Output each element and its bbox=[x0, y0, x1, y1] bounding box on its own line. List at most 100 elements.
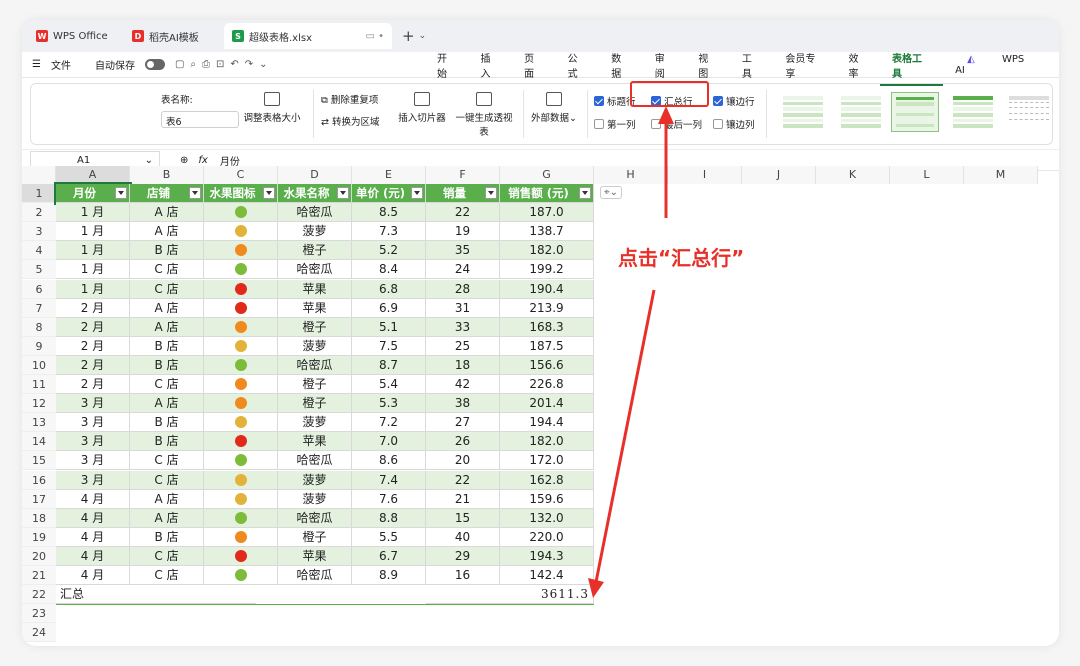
row-header[interactable]: 7 bbox=[22, 298, 56, 318]
filter-dropdown-icon[interactable] bbox=[263, 187, 275, 199]
table-cell[interactable]: 25 bbox=[426, 336, 500, 356]
table-cell[interactable]: 187.0 bbox=[500, 203, 594, 223]
table-cell[interactable]: 3 月 bbox=[56, 470, 130, 490]
last-column-checkbox[interactable]: 最后一列 bbox=[651, 117, 702, 131]
table-cell[interactable]: 哈密瓜 bbox=[278, 260, 352, 280]
table-cell[interactable]: 4 月 bbox=[56, 508, 130, 528]
row-header[interactable]: 11 bbox=[22, 375, 56, 395]
table-cell[interactable]: 1 月 bbox=[56, 203, 130, 223]
column-header[interactable]: B bbox=[130, 166, 204, 184]
table-cell[interactable] bbox=[204, 413, 278, 433]
table-cell[interactable]: 2 月 bbox=[56, 375, 130, 395]
column-header[interactable]: I bbox=[668, 166, 742, 184]
table-cell[interactable]: A 店 bbox=[130, 298, 204, 318]
row-header[interactable]: 15 bbox=[22, 451, 56, 471]
table-cell[interactable]: 24 bbox=[426, 260, 500, 280]
table-cell[interactable]: 2 月 bbox=[56, 336, 130, 356]
table-cell[interactable]: 201.4 bbox=[500, 394, 594, 414]
table-cell[interactable]: 168.3 bbox=[500, 317, 594, 337]
table-cell[interactable]: 4 月 bbox=[56, 546, 130, 566]
row-header[interactable]: 4 bbox=[22, 241, 56, 261]
menu-wps-ai[interactable]: ◭ WPS AI bbox=[943, 54, 1059, 76]
table-cell[interactable]: 橙子 bbox=[278, 394, 352, 414]
table-cell[interactable]: 7.4 bbox=[352, 470, 426, 490]
row-header[interactable]: 24 bbox=[22, 623, 56, 643]
banded-rows-checkbox[interactable]: 镶边行 bbox=[713, 94, 755, 108]
table-cell[interactable]: 21 bbox=[426, 489, 500, 509]
table-cell[interactable]: A 店 bbox=[130, 222, 204, 242]
row-header[interactable]: 3 bbox=[22, 222, 56, 242]
filter-dropdown-icon[interactable] bbox=[337, 187, 349, 199]
table-cell[interactable]: 33 bbox=[426, 317, 500, 337]
row-header[interactable]: 16 bbox=[22, 470, 56, 490]
table-cell[interactable]: 哈密瓜 bbox=[278, 566, 352, 586]
row-header[interactable]: 17 bbox=[22, 489, 56, 509]
table-cell[interactable]: 4 月 bbox=[56, 566, 130, 586]
table-cell[interactable]: 5.5 bbox=[352, 527, 426, 547]
row-header[interactable]: 6 bbox=[22, 279, 56, 299]
resize-table-button[interactable]: 调整表格大小 bbox=[243, 92, 301, 124]
table-cell[interactable]: 哈密瓜 bbox=[278, 355, 352, 375]
table-cell[interactable]: 苹果 bbox=[278, 279, 352, 299]
tab-wps-office[interactable]: W WPS Office bbox=[28, 23, 120, 49]
table-cell[interactable]: C 店 bbox=[130, 260, 204, 280]
column-header[interactable]: L bbox=[890, 166, 964, 184]
table-cell[interactable]: 7.5 bbox=[352, 336, 426, 356]
filter-dropdown-icon[interactable] bbox=[579, 187, 591, 199]
table-cell[interactable] bbox=[204, 203, 278, 223]
table-cell[interactable]: 19 bbox=[426, 222, 500, 242]
table-style-4[interactable] bbox=[949, 92, 997, 132]
table-cell[interactable]: 190.4 bbox=[500, 279, 594, 299]
table-cell[interactable]: 5.4 bbox=[352, 375, 426, 395]
table-cell[interactable]: B 店 bbox=[130, 241, 204, 261]
row-header[interactable]: 21 bbox=[22, 566, 56, 586]
column-header[interactable]: C bbox=[204, 166, 278, 184]
table-cell[interactable] bbox=[204, 508, 278, 528]
external-data-button[interactable]: 外部数据⌄ bbox=[529, 92, 579, 124]
table-header-cell[interactable]: 销量 bbox=[426, 184, 500, 204]
location-pin-icon[interactable]: ⌖⌄ bbox=[600, 186, 623, 199]
row-header[interactable]: 13 bbox=[22, 413, 56, 433]
menu-formula[interactable]: 公式 bbox=[556, 50, 600, 80]
table-cell[interactable]: C 店 bbox=[130, 566, 204, 586]
menu-view[interactable]: 视图 bbox=[686, 50, 730, 80]
table-cell[interactable]: A 店 bbox=[130, 394, 204, 414]
table-cell[interactable]: 159.6 bbox=[500, 489, 594, 509]
table-cell[interactable] bbox=[204, 489, 278, 509]
table-cell[interactable]: 6.9 bbox=[352, 298, 426, 318]
table-cell[interactable]: 20 bbox=[426, 451, 500, 471]
filter-dropdown-icon[interactable] bbox=[411, 187, 423, 199]
table-cell[interactable]: 3 月 bbox=[56, 432, 130, 452]
table-cell[interactable]: 29 bbox=[426, 546, 500, 566]
table-cell[interactable]: 22 bbox=[426, 470, 500, 490]
table-cell[interactable]: A 店 bbox=[130, 203, 204, 223]
table-header-cell[interactable]: 水果图标 bbox=[204, 184, 278, 204]
table-cell[interactable]: 213.9 bbox=[500, 298, 594, 318]
table-cell[interactable]: 187.5 bbox=[500, 336, 594, 356]
table-cell[interactable]: 哈密瓜 bbox=[278, 203, 352, 223]
table-cell[interactable]: 8.8 bbox=[352, 508, 426, 528]
table-cell[interactable]: 橙子 bbox=[278, 375, 352, 395]
select-all-corner[interactable] bbox=[22, 166, 56, 184]
table-style-3-selected[interactable] bbox=[891, 92, 939, 132]
table-cell[interactable] bbox=[204, 432, 278, 452]
table-cell[interactable]: 1 月 bbox=[56, 279, 130, 299]
table-cell[interactable] bbox=[204, 298, 278, 318]
menu-tools[interactable]: 工具 bbox=[730, 50, 774, 80]
table-style-1[interactable] bbox=[779, 92, 827, 132]
table-cell[interactable]: 7.6 bbox=[352, 489, 426, 509]
table-cell[interactable]: B 店 bbox=[130, 413, 204, 433]
tab-docer[interactable]: D 稻壳AI模板 bbox=[124, 23, 220, 49]
row-header[interactable]: 5 bbox=[22, 260, 56, 280]
menu-home[interactable]: 开始 bbox=[425, 50, 469, 80]
table-name-input[interactable]: 表6 bbox=[161, 111, 239, 128]
column-header[interactable]: F bbox=[426, 166, 500, 184]
table-cell[interactable]: 苹果 bbox=[278, 546, 352, 566]
table-cell[interactable]: C 店 bbox=[130, 470, 204, 490]
table-cell[interactable]: 橙子 bbox=[278, 241, 352, 261]
row-header[interactable]: 23 bbox=[22, 604, 56, 624]
banded-columns-checkbox[interactable]: 镶边列 bbox=[713, 117, 755, 131]
row-header[interactable]: 18 bbox=[22, 508, 56, 528]
menu-review[interactable]: 审阅 bbox=[643, 50, 687, 80]
table-cell[interactable]: 2 月 bbox=[56, 355, 130, 375]
